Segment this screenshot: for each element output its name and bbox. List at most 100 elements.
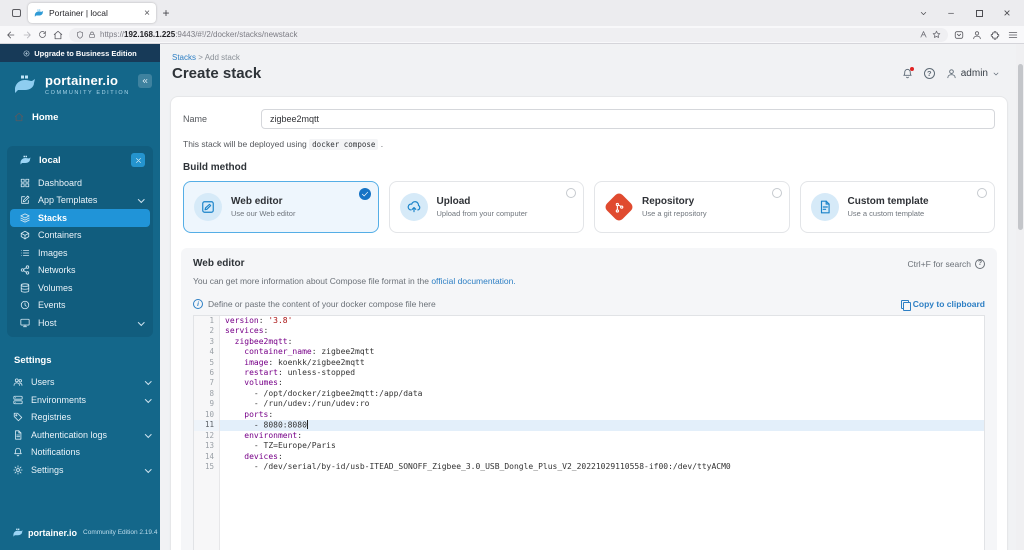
environment-close-icon[interactable] xyxy=(131,153,145,167)
share-icon xyxy=(20,265,30,275)
method-title: Custom template xyxy=(847,196,929,207)
sidebar-collapse-icon[interactable] xyxy=(138,74,152,88)
menu-icon[interactable] xyxy=(1008,30,1018,40)
chevron-down-icon xyxy=(144,430,151,437)
build-method-upload[interactable]: Upload Upload from your computer xyxy=(388,181,584,233)
sidebar-item-settings[interactable]: Settings xyxy=(0,461,160,479)
sidebar-item-registries[interactable]: Registries xyxy=(0,409,160,427)
firefox-view-button[interactable] xyxy=(8,5,24,21)
stack-name-input[interactable] xyxy=(261,109,995,129)
url-bar[interactable]: https://192.168.1.225:9443/#!/2/docker/s… xyxy=(69,27,948,42)
home-icon[interactable] xyxy=(53,30,63,40)
translate-icon[interactable] xyxy=(919,30,928,39)
username: admin xyxy=(960,68,988,79)
sidebar-item-label: Images xyxy=(38,247,68,258)
chevron-down-icon xyxy=(137,318,144,325)
radio-icon[interactable] xyxy=(977,188,987,198)
sidebar-item-app-templates[interactable]: App Templates xyxy=(7,192,153,210)
extensions-icon[interactable] xyxy=(990,30,1000,40)
method-title: Upload xyxy=(436,196,471,207)
info-icon: i xyxy=(193,299,203,309)
code-text: environment: xyxy=(244,430,303,440)
method-subtitle: Use a git repository xyxy=(642,209,707,218)
code-text: volumes: xyxy=(244,378,283,388)
shield-icon[interactable] xyxy=(76,30,84,39)
bookmark-star-icon[interactable] xyxy=(932,30,941,39)
sidebar-item-host[interactable]: Host xyxy=(7,314,153,332)
sidebar-item-label: Host xyxy=(38,317,57,328)
build-method-web-editor[interactable]: Web editor Use our Web editor xyxy=(183,181,379,233)
tab-list-chevron-icon[interactable] xyxy=(910,2,936,24)
user-menu[interactable]: admin xyxy=(946,68,1000,79)
sidebar-item-home[interactable]: Home xyxy=(0,106,160,128)
new-tab-button[interactable]: + xyxy=(156,3,176,23)
tag-icon xyxy=(13,412,23,422)
maximize-button[interactable] xyxy=(966,2,992,24)
edit-icon xyxy=(20,195,30,205)
lock-icon[interactable] xyxy=(88,31,96,39)
build-method-label: Build method xyxy=(183,162,247,173)
code-line-9: 9 - /run/udev:/run/udev:ro xyxy=(194,399,984,410)
sidebar-item-networks[interactable]: Networks xyxy=(7,262,153,280)
build-method-custom-template[interactable]: Custom template Use a custom template xyxy=(799,181,995,233)
code-text: - 8080:8080 xyxy=(220,420,984,431)
copy-to-clipboard-button[interactable]: Copy to clipboard xyxy=(900,299,985,311)
line-number: 10 xyxy=(194,409,220,421)
environment-header[interactable]: local xyxy=(7,146,153,174)
sidebar-item-containers[interactable]: Containers xyxy=(7,227,153,245)
compose-code-editor[interactable]: 1 version: '3.8' 2 services: 3 zigbee2mqtt: 4… xyxy=(193,315,985,550)
tab-close-icon[interactable]: × xyxy=(144,8,150,19)
sidebar-item-label: Events xyxy=(38,300,66,311)
breadcrumb-stacks-link[interactable]: Stacks xyxy=(172,53,196,62)
page-scrollbar[interactable] xyxy=(1016,44,1024,550)
sidebar-item-images[interactable]: Images xyxy=(7,244,153,262)
sidebar-item-notifications[interactable]: Notifications xyxy=(0,444,160,462)
line-number: 14 xyxy=(194,451,220,463)
sidebar-item-environments[interactable]: Environments xyxy=(0,391,160,409)
code-line-1: 1 version: '3.8' xyxy=(194,316,984,327)
sidebar-footer: portainer.io Community Edition 2.19.4 xyxy=(0,527,160,550)
gear-icon xyxy=(13,465,23,475)
tab-title: Portainer | local xyxy=(49,8,108,18)
whale-logo-icon xyxy=(12,72,38,96)
sidebar-item-label: Authentication logs xyxy=(31,429,108,440)
sidebar-item-users[interactable]: Users xyxy=(0,374,160,392)
forward-icon[interactable] xyxy=(22,30,32,40)
search-help-icon[interactable]: ? xyxy=(975,258,985,269)
web-editor-panel: Web editor Ctrl+F for search ? You can g… xyxy=(181,248,997,550)
sparkle-icon xyxy=(23,50,30,57)
code-text: image: koenkk/zigbee2mqtt xyxy=(244,357,365,367)
deploy-note: This stack will be deployed using docker… xyxy=(183,139,384,150)
line-number: 4 xyxy=(194,347,220,358)
cloud-up-icon xyxy=(399,193,428,221)
close-button[interactable]: × xyxy=(994,2,1020,24)
radio-icon[interactable] xyxy=(566,188,576,198)
portainer-logo[interactable]: portainer.io COMMUNITY EDITION xyxy=(0,62,160,104)
sidebar-item-events[interactable]: Events xyxy=(7,297,153,315)
pocket-icon[interactable] xyxy=(954,30,964,40)
code-text: devices: xyxy=(244,451,283,461)
official-documentation-link[interactable]: official documentation. xyxy=(431,276,515,286)
docker-compose-chip: docker compose xyxy=(309,139,379,150)
line-number: 11 xyxy=(194,420,220,431)
editor-hint: Define or paste the content of your dock… xyxy=(208,299,436,309)
create-stack-card: Name This stack will be deployed using d… xyxy=(170,96,1008,550)
users-icon xyxy=(13,377,23,387)
account-icon[interactable] xyxy=(972,30,982,40)
brand-name: portainer.io xyxy=(45,72,119,88)
sidebar-item-volumes[interactable]: Volumes xyxy=(7,279,153,297)
sidebar-item-stacks[interactable]: Stacks xyxy=(10,209,150,227)
scrollbar-thumb[interactable] xyxy=(1017,64,1023,230)
notifications-bell-icon[interactable] xyxy=(902,67,914,79)
reload-icon[interactable] xyxy=(38,30,47,39)
build-method-repository[interactable]: Repository Use a git repository xyxy=(594,181,790,233)
help-icon[interactable]: ? xyxy=(923,68,935,79)
back-icon[interactable] xyxy=(6,30,16,40)
browser-tab[interactable]: Portainer | local × xyxy=(28,3,156,23)
minimize-button[interactable]: – xyxy=(938,2,964,24)
radio-icon[interactable] xyxy=(771,188,782,198)
sidebar-item-authentication-logs[interactable]: Authentication logs xyxy=(0,426,160,444)
list-icon xyxy=(20,248,30,258)
upgrade-banner-button[interactable]: Upgrade to Business Edition xyxy=(0,44,160,62)
sidebar-item-dashboard[interactable]: Dashboard xyxy=(7,174,153,192)
